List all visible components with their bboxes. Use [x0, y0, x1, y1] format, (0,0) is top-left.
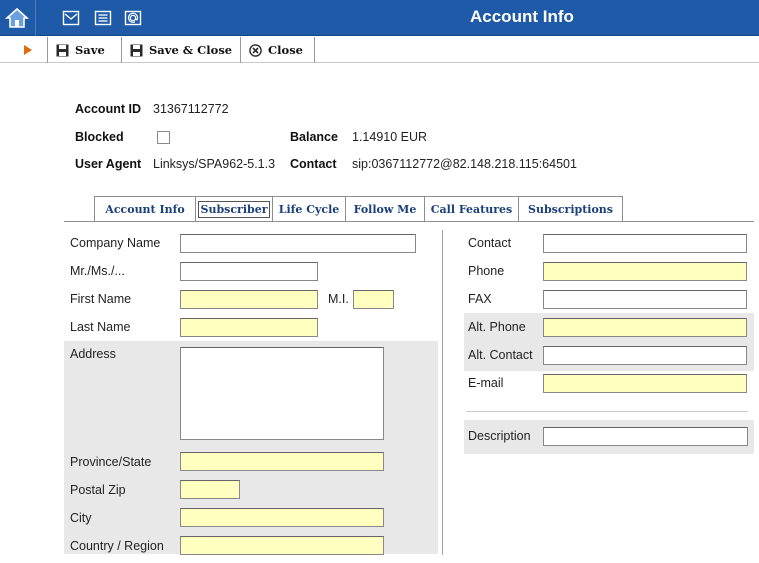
- email-label: E-mail: [468, 376, 504, 390]
- tab-label: Account Info: [105, 203, 185, 216]
- province-input[interactable]: [180, 452, 384, 471]
- account-id-label: Account ID: [75, 102, 141, 116]
- postal-zip-input[interactable]: [180, 480, 240, 499]
- floppy-disk-icon: [56, 44, 69, 56]
- tab-subscriptions[interactable]: Subscriptions: [518, 196, 623, 222]
- fax-label: FAX: [468, 292, 492, 306]
- list-icon[interactable]: [94, 9, 112, 27]
- contact-label: Contact: [290, 157, 337, 171]
- floppy-disk-icon: [130, 44, 143, 56]
- tab-underline: [64, 221, 754, 222]
- play-arrow-icon: [24, 45, 32, 55]
- tab-label: Follow Me: [353, 203, 417, 216]
- phone-input[interactable]: [543, 262, 747, 281]
- first-name-input[interactable]: [180, 290, 318, 309]
- save-close-button[interactable]: Save & Close: [122, 37, 241, 63]
- user-agent-value: Linksys/SPA962-5.1.3: [153, 157, 276, 171]
- country-label: Country / Region: [70, 539, 164, 553]
- alt-contact-label: Alt. Contact: [468, 348, 533, 362]
- toolbar: Save Save & Close Close: [0, 37, 759, 63]
- close-label: Close: [268, 43, 303, 57]
- company-name-input[interactable]: [180, 234, 416, 253]
- save-label: Save: [75, 43, 105, 57]
- home-icon[interactable]: [4, 5, 30, 31]
- contact-value: sip:0367112772@82.148.218.115:64501: [352, 157, 577, 171]
- country-input[interactable]: [180, 536, 384, 555]
- salutation-label: Mr./Ms./...: [70, 264, 125, 278]
- right-column-separator: [466, 411, 748, 412]
- save-close-label: Save & Close: [149, 43, 233, 57]
- balance-label: Balance: [290, 130, 338, 144]
- title-bar: Account Info: [0, 0, 759, 36]
- alt-phone-label: Alt. Phone: [468, 320, 526, 334]
- mi-label: M.I.: [328, 292, 349, 306]
- email-input[interactable]: [543, 374, 747, 393]
- user-agent-label: User Agent: [75, 157, 142, 171]
- tab-label: Subscriptions: [528, 203, 613, 216]
- last-name-label: Last Name: [70, 320, 131, 334]
- window-title: Account Info: [470, 7, 574, 26]
- tab-follow-me[interactable]: Follow Me: [345, 196, 425, 222]
- tab-label: Subscriber: [197, 201, 271, 218]
- postal-zip-label: Postal Zip: [70, 483, 126, 497]
- company-name-label: Company Name: [70, 236, 161, 250]
- description-label: Description: [468, 429, 531, 443]
- contact-field-label: Contact: [468, 236, 512, 250]
- alt-contact-input[interactable]: [543, 346, 747, 365]
- tab-subscriber[interactable]: Subscriber: [195, 196, 273, 222]
- province-label: Province/State: [70, 455, 152, 469]
- address-label: Address: [70, 347, 116, 361]
- balance-value: 1.14910 EUR: [352, 130, 428, 144]
- description-input[interactable]: [543, 427, 748, 446]
- salutation-input[interactable]: [180, 262, 318, 281]
- column-divider: [442, 230, 443, 555]
- tab-life-cycle[interactable]: Life Cycle: [272, 196, 346, 222]
- close-button[interactable]: Close: [241, 37, 315, 63]
- tab-account-info[interactable]: Account Info: [94, 196, 196, 222]
- at-icon[interactable]: [124, 9, 142, 27]
- tab-bar: Account Info Subscriber Life Cycle Follo…: [94, 196, 623, 222]
- tab-label: Call Features: [430, 203, 513, 216]
- fax-input[interactable]: [543, 290, 747, 309]
- save-button[interactable]: Save: [48, 37, 122, 63]
- blocked-checkbox[interactable]: [157, 131, 170, 144]
- city-input[interactable]: [180, 508, 384, 527]
- title-separator: [35, 0, 36, 36]
- first-name-label: First Name: [70, 292, 132, 306]
- tab-call-features[interactable]: Call Features: [424, 196, 519, 222]
- city-label: City: [70, 511, 92, 525]
- tab-label: Life Cycle: [278, 203, 340, 216]
- account-id-value: 31367112772: [153, 102, 229, 116]
- last-name-input[interactable]: [180, 318, 318, 337]
- close-circle-icon: [249, 43, 262, 57]
- alt-phone-input[interactable]: [543, 318, 747, 337]
- toolbar-arrow: [0, 37, 48, 63]
- mail-icon[interactable]: [62, 9, 80, 27]
- mi-input[interactable]: [353, 290, 394, 309]
- address-textarea[interactable]: [180, 347, 384, 440]
- contact-input[interactable]: [543, 234, 747, 253]
- blocked-label: Blocked: [75, 130, 124, 144]
- phone-label: Phone: [468, 264, 505, 278]
